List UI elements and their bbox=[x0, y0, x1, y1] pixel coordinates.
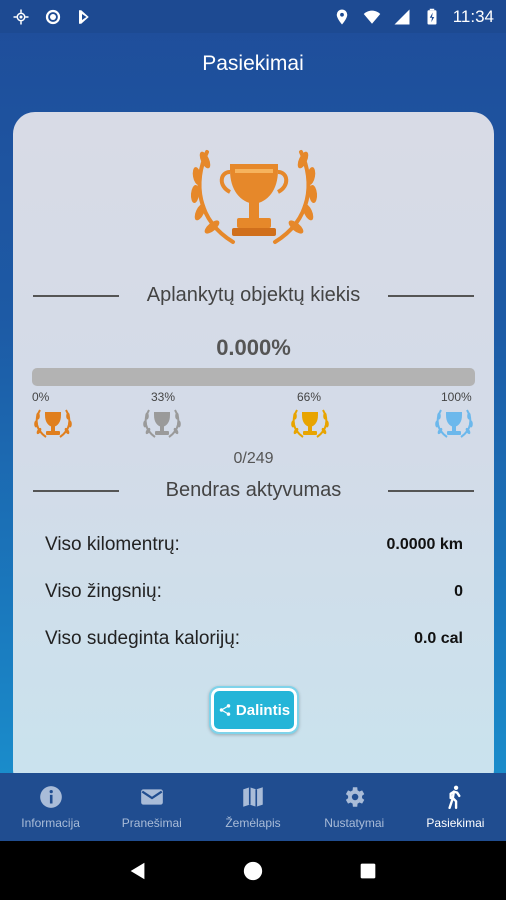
visited-progress-bar bbox=[32, 368, 475, 386]
back-icon[interactable] bbox=[127, 860, 149, 882]
stat-value: 0.0000 km bbox=[386, 536, 463, 553]
wifi-icon bbox=[363, 8, 381, 26]
nav-item-pranesimai[interactable]: Pranešimai bbox=[101, 773, 202, 841]
gold-trophy-icon bbox=[291, 409, 329, 438]
bottom-nav: Informacija Pranešimai Žemėlapis Nustaty… bbox=[0, 773, 506, 841]
visited-section-header: Aplankytų objektų kiekis bbox=[13, 284, 494, 307]
achievements-card: Aplankytų objektų kiekis 0.000% 0% 33% 6… bbox=[13, 112, 494, 792]
diamond-trophy-icon bbox=[435, 409, 473, 438]
nav-item-informacija[interactable]: Informacija bbox=[0, 773, 101, 841]
status-right-icons: 11:34 bbox=[333, 7, 494, 27]
divider bbox=[33, 489, 119, 492]
status-clock: 11:34 bbox=[452, 6, 494, 26]
share-button[interactable]: Dalintis bbox=[209, 686, 299, 734]
system-nav-bar bbox=[0, 841, 506, 900]
recents-icon[interactable] bbox=[357, 860, 379, 882]
nav-label: Informacija bbox=[21, 816, 80, 830]
gear-icon bbox=[346, 787, 365, 807]
flag-app-icon bbox=[76, 8, 94, 26]
divider bbox=[388, 294, 474, 297]
visited-percent: 0.000% bbox=[216, 335, 291, 360]
milestone-label-100: 100% bbox=[441, 390, 472, 404]
status-bar: 11:34 bbox=[0, 0, 506, 33]
walking-icon bbox=[448, 785, 461, 810]
nav-item-zemelapis[interactable]: Žemėlapis bbox=[202, 773, 303, 841]
stat-value: 0 bbox=[454, 583, 463, 600]
activity-section-title: Bendras aktyvumas bbox=[165, 479, 342, 501]
home-icon[interactable] bbox=[242, 860, 264, 882]
stat-value: 0.0 cal bbox=[414, 630, 463, 647]
nav-label: Nustatymai bbox=[324, 816, 385, 830]
activity-section-header: Bendras aktyvumas bbox=[13, 479, 494, 502]
location-pin-icon bbox=[333, 8, 351, 26]
mail-icon bbox=[140, 789, 163, 805]
nav-label: Pasiekimai bbox=[426, 816, 485, 830]
visited-count: 0/249 bbox=[233, 450, 274, 467]
silver-trophy-icon bbox=[143, 409, 181, 438]
milestone-label-33: 33% bbox=[151, 390, 176, 404]
nav-item-nustatymai[interactable]: Nustatymai bbox=[304, 773, 405, 841]
map-icon bbox=[243, 787, 263, 807]
stat-row-kilometers: Viso kilomentrų: 0.0000 km bbox=[45, 534, 463, 556]
share-button-label: Dalintis bbox=[235, 701, 291, 719]
milestone-label-0: 0% bbox=[32, 390, 50, 404]
info-icon bbox=[39, 786, 62, 808]
nav-label: Pranešimai bbox=[121, 816, 182, 830]
share-icon bbox=[219, 704, 231, 716]
bronze-trophy-icon bbox=[34, 409, 72, 438]
page-title: Pasiekimai bbox=[202, 52, 304, 75]
divider bbox=[388, 489, 474, 492]
signal-icon bbox=[393, 8, 411, 26]
stat-row-steps: Viso žingsnių: 0 bbox=[45, 581, 463, 603]
stat-row-calories: Viso sudeginta kalorijų: 0.0 cal bbox=[45, 628, 463, 650]
status-left-icons bbox=[12, 8, 94, 26]
location-crosshair-icon bbox=[12, 8, 30, 26]
trophy-laurel-icon bbox=[190, 150, 318, 244]
app-bar: Pasiekimai bbox=[0, 33, 506, 95]
divider bbox=[33, 294, 119, 297]
battery-charging-icon bbox=[423, 8, 441, 26]
stat-label: Viso žingsnių: bbox=[45, 581, 162, 602]
milestone-label-66: 66% bbox=[297, 390, 322, 404]
circle-app-icon bbox=[44, 8, 62, 26]
nav-label: Žemėlapis bbox=[225, 816, 281, 830]
visited-section-title: Aplankytų objektų kiekis bbox=[146, 284, 361, 306]
stat-label: Viso kilomentrų: bbox=[45, 534, 180, 555]
stat-label: Viso sudeginta kalorijų: bbox=[45, 628, 241, 649]
nav-item-pasiekimai[interactable]: Pasiekimai bbox=[405, 773, 506, 841]
